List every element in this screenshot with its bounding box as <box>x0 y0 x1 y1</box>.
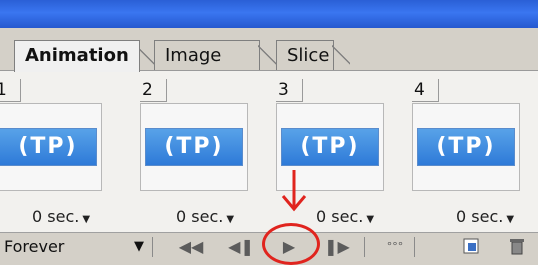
delay-value: 0 sec. <box>316 207 364 226</box>
toolbar-separator <box>152 237 153 257</box>
frame-thumbnail: (TP) <box>145 128 243 166</box>
caret-down-icon: ▼ <box>506 214 515 225</box>
frame-4[interactable]: 4 (TP) <box>412 79 520 191</box>
frame-number: 1 <box>0 79 21 102</box>
frame-3-delay[interactable]: 0 sec. ▼ <box>316 207 374 226</box>
frame-1[interactable]: 1 (TP) <box>0 79 102 191</box>
tab-animation[interactable]: Animation <box>14 40 140 72</box>
caret-down-icon: ▼ <box>82 214 91 225</box>
frame-thumbnail: (TP) <box>417 128 515 166</box>
delay-value: 0 sec. <box>456 207 504 226</box>
tab-image-map[interactable]: Image Map <box>154 40 260 96</box>
title-bar <box>0 0 538 28</box>
tab-slice[interactable]: Slice <box>276 40 334 70</box>
tween-icon[interactable]: °°° <box>380 237 410 257</box>
first-frame-icon[interactable]: ◀◀ <box>176 237 206 257</box>
frame-thumbnail-box: (TP) <box>0 103 102 191</box>
tab-divider-icon <box>332 40 350 70</box>
previous-frame-icon[interactable]: ◀❚ <box>226 237 256 257</box>
delay-value: 0 sec. <box>32 207 80 226</box>
red-arrow-annotation-icon <box>281 170 307 212</box>
loop-count-select[interactable]: Forever ▼ <box>4 236 144 258</box>
new-frame-icon[interactable] <box>456 237 486 257</box>
caret-down-icon: ▼ <box>366 214 375 225</box>
panel-tabs: Animation Image Map Slice <box>0 36 538 96</box>
panel-strip <box>0 28 538 36</box>
dropdown-arrow-icon: ▼ <box>134 239 144 254</box>
frame-number: 3 <box>276 79 303 102</box>
delay-value: 0 sec. <box>176 207 224 226</box>
caret-down-icon: ▼ <box>226 214 235 225</box>
frame-2-delay[interactable]: 0 sec. ▼ <box>176 207 234 226</box>
frame-number: 4 <box>412 79 439 102</box>
next-frame-icon[interactable]: ❚▶ <box>322 237 352 257</box>
frame-1-delay[interactable]: 0 sec. ▼ <box>32 207 90 226</box>
loop-count-value: Forever <box>4 237 65 256</box>
play-highlight-circle <box>262 223 320 265</box>
frame-thumbnail: (TP) <box>281 128 379 166</box>
frame-thumbnail-box: (TP) <box>412 103 520 191</box>
frame-thumbnail: (TP) <box>0 128 97 166</box>
toolbar-separator <box>414 237 415 257</box>
frame-4-delay[interactable]: 0 sec. ▼ <box>456 207 514 226</box>
frame-number: 2 <box>140 79 167 102</box>
trash-icon[interactable] <box>502 237 532 257</box>
frame-2[interactable]: 2 (TP) <box>140 79 248 191</box>
toolbar-separator <box>364 237 365 257</box>
animation-panel: 1 (TP) 2 (TP) 3 (TP) 4 (TP) 0 sec. ▼ 0 se… <box>0 70 538 233</box>
frame-thumbnail-box: (TP) <box>140 103 248 191</box>
tab-divider-icon <box>258 40 276 70</box>
